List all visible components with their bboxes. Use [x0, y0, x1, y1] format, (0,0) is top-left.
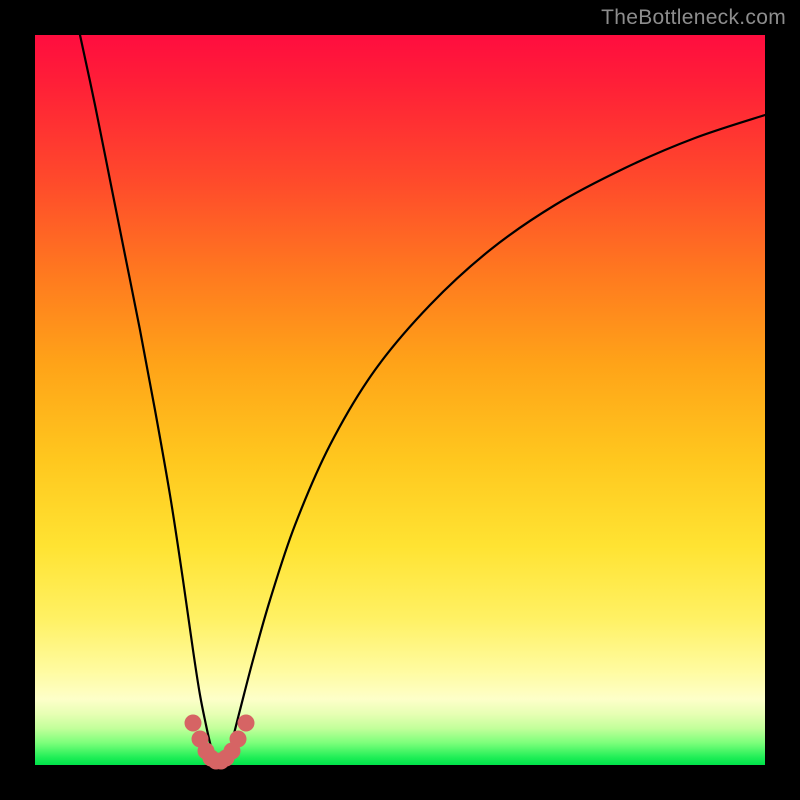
chart-frame: TheBottleneck.com — [0, 0, 800, 800]
minimum-markers — [185, 715, 255, 770]
minimum-marker-dot — [238, 715, 255, 732]
minimum-marker-dot — [185, 715, 202, 732]
minimum-marker-dot — [230, 731, 247, 748]
curve-group — [80, 35, 765, 762]
curve-left-branch — [80, 35, 215, 762]
watermark-text: TheBottleneck.com — [601, 6, 786, 30]
gradient-plot-area — [35, 35, 765, 765]
bottleneck-curve-overlay — [35, 35, 765, 765]
curve-right-branch — [225, 115, 765, 762]
